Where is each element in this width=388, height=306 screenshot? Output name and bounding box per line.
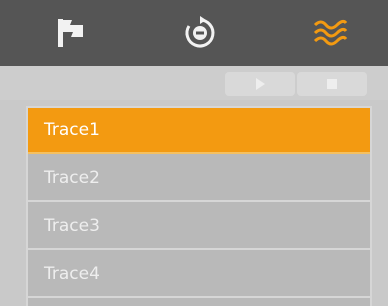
trace-label: Trace1 [44, 120, 100, 140]
trace-row[interactable]: Trace2 [28, 156, 370, 202]
stop-button[interactable] [297, 72, 367, 96]
stop-icon [327, 79, 337, 89]
tab-flag[interactable] [20, 0, 120, 66]
play-icon [256, 78, 265, 90]
waves-icon [313, 19, 348, 46]
tab-bar [0, 0, 388, 66]
list-border [370, 106, 372, 306]
trace-row[interactable]: Trace1 [28, 108, 370, 154]
trace-list: Trace1 Trace2 Trace3 Trace4 [26, 106, 372, 306]
flag-icon [58, 19, 83, 47]
trace-row[interactable]: Trace4 [28, 252, 370, 298]
tab-rotate[interactable] [150, 0, 250, 66]
rotate-icon [185, 16, 215, 48]
play-button[interactable] [225, 72, 295, 96]
trace-label: Trace4 [44, 264, 100, 284]
tab-waves[interactable] [280, 0, 380, 66]
trace-label: Trace3 [44, 216, 100, 236]
trace-row[interactable]: Trace3 [28, 204, 370, 250]
trace-toolbar [0, 66, 388, 100]
trace-label: Trace2 [44, 168, 100, 188]
